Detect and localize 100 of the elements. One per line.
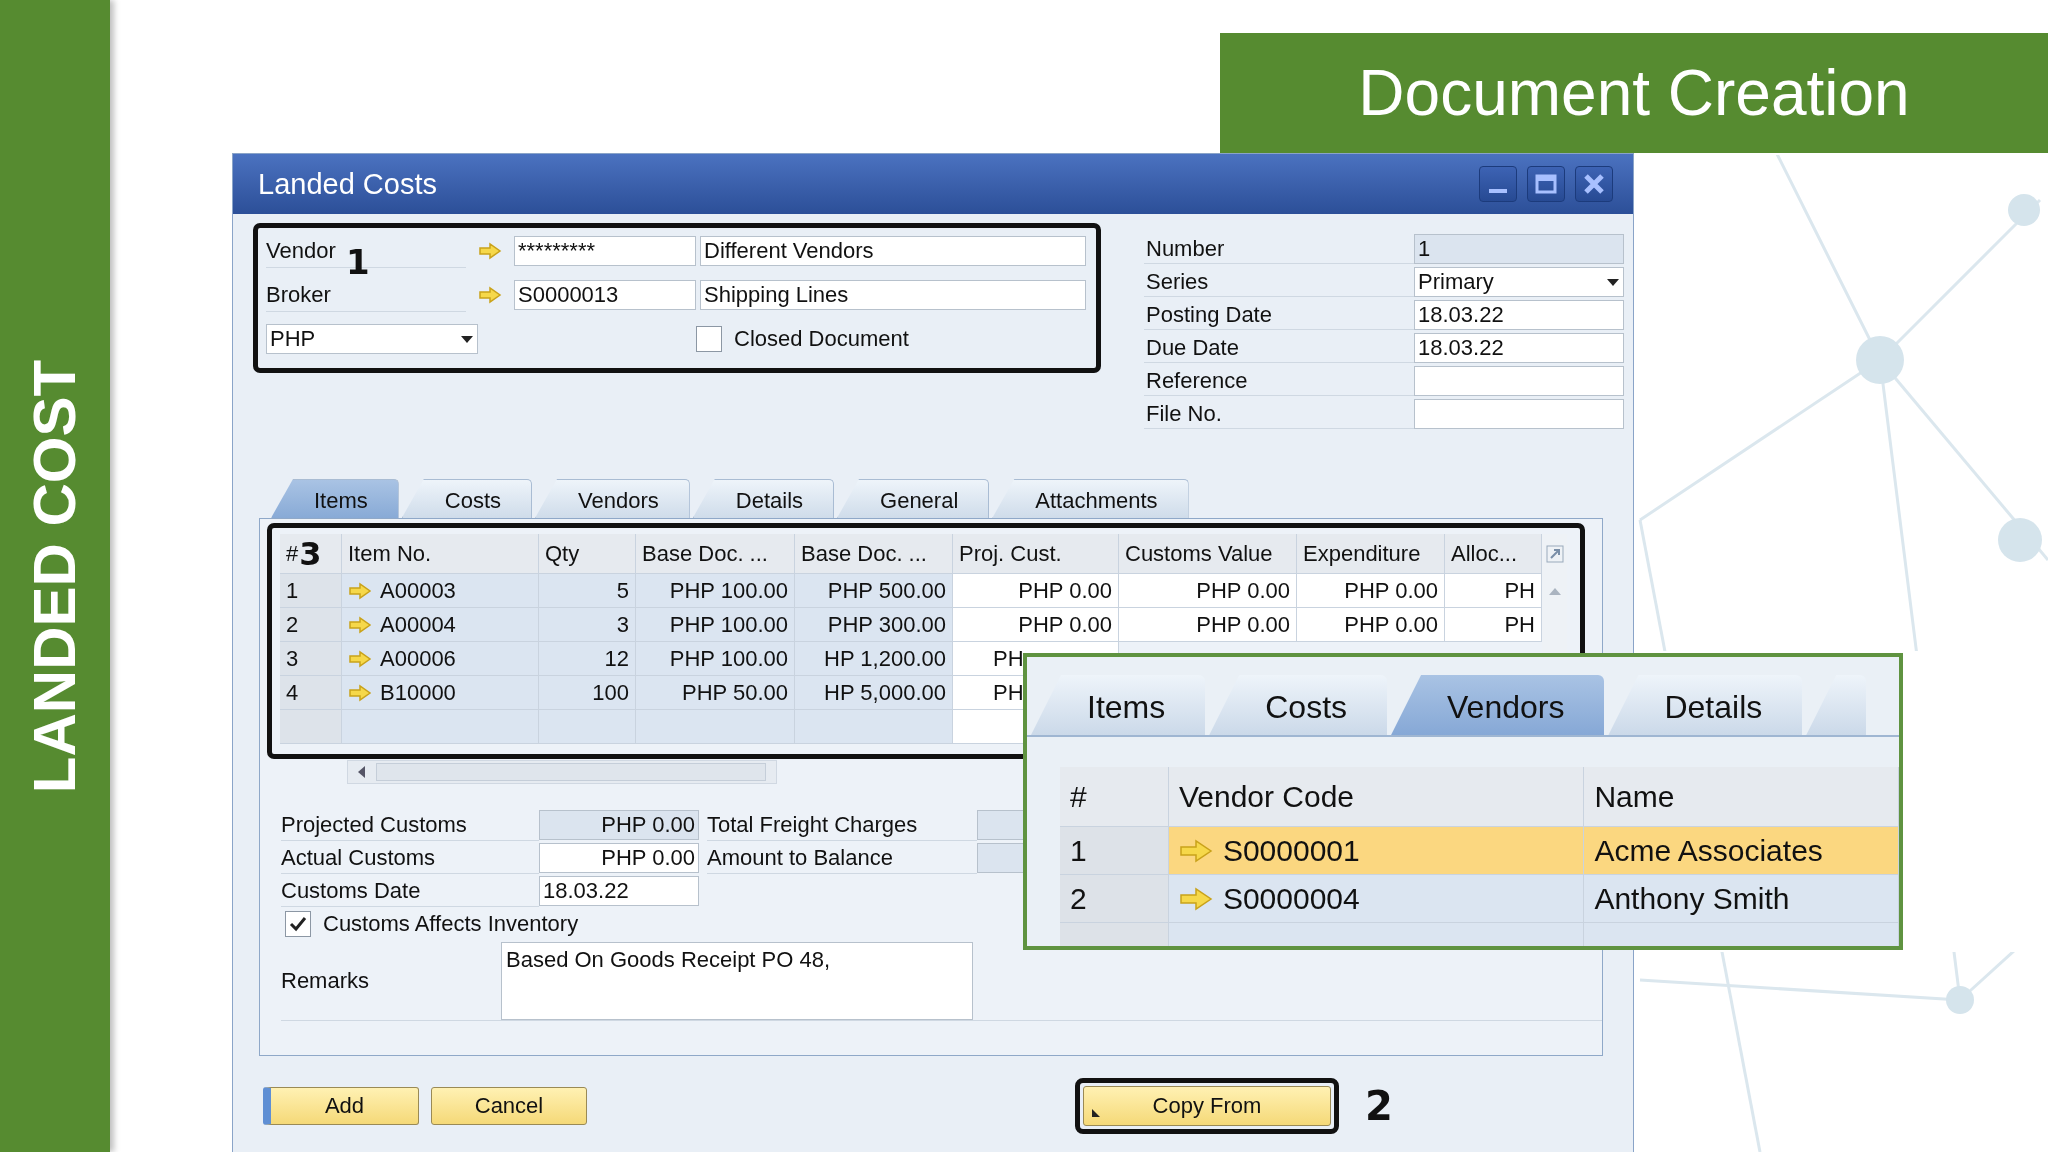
maximize-icon <box>1534 172 1558 196</box>
table-cell: Acme Associates <box>1594 833 1823 868</box>
column-header: Item No. <box>342 534 539 574</box>
minimize-icon <box>1489 189 1507 193</box>
checkbox-label: Closed Document <box>734 326 909 352</box>
input-field[interactable]: PHP 0.00 <box>539 842 699 873</box>
input-field[interactable] <box>1414 366 1624 396</box>
link-arrow-icon[interactable] <box>1178 886 1213 911</box>
column-header: Name <box>1584 767 1899 827</box>
currency-dropdown[interactable]: PHP <box>266 324 478 354</box>
corner-triangle-icon <box>1092 1109 1100 1117</box>
field-label: Number <box>1144 234 1414 264</box>
table-cell: PHP 0.00 <box>1018 611 1112 638</box>
table-cell: PH <box>993 679 1024 706</box>
link-arrow-icon[interactable] <box>478 242 502 260</box>
column-header: Customs Value <box>1119 534 1297 574</box>
horizontal-scrollbar[interactable] <box>347 760 777 784</box>
input-field[interactable]: 18.03.22 <box>1414 300 1624 330</box>
tab[interactable]: Costs <box>401 479 533 518</box>
tab[interactable]: General <box>837 479 990 518</box>
input-field: PHP 0.00 <box>539 809 699 840</box>
name-field[interactable]: Shipping Lines <box>700 280 1086 310</box>
table-cell: S0000001 <box>1222 833 1360 868</box>
maximize-button[interactable] <box>1527 166 1565 202</box>
input-field[interactable]: 18.03.22 <box>539 875 699 906</box>
table-cell: PHP 0.00 <box>1196 611 1290 638</box>
link-arrow-icon[interactable] <box>348 615 372 634</box>
table-cell: PHP 500.00 <box>827 577 946 604</box>
field-label: Series <box>1144 267 1414 297</box>
checkbox[interactable] <box>285 910 311 937</box>
dropdown-arrow-icon <box>460 334 474 344</box>
tab[interactable]: Items <box>1031 675 1206 735</box>
series-dropdown[interactable]: Primary <box>1414 267 1624 297</box>
table-cell: PHP 0.00 <box>1018 577 1112 604</box>
field-label: Total Freight Charges <box>707 808 977 841</box>
field-label: Broker <box>266 278 466 312</box>
table-cell: A00006 <box>380 645 456 672</box>
field-label: Posting Date <box>1144 300 1414 330</box>
code-field[interactable]: S0000013 <box>514 280 696 310</box>
table-cell: 5 <box>616 577 629 604</box>
input-field[interactable]: 18.03.22 <box>1414 333 1624 363</box>
table-row[interactable]: 2 S0000004 Anthony Smith <box>1060 875 1899 923</box>
link-arrow-icon[interactable] <box>1178 838 1213 863</box>
table-cell: PHP 100.00 <box>669 611 788 638</box>
table-cell: 4 <box>286 679 299 706</box>
action-button[interactable]: Add <box>263 1087 419 1125</box>
scroll-up-icon[interactable] <box>1547 586 1562 596</box>
field-label: Due Date <box>1144 333 1414 363</box>
column-header: Vendor Code <box>1168 767 1585 827</box>
tab[interactable]: Vendors <box>1391 675 1605 735</box>
field-label: Amount to Balance <box>707 841 977 874</box>
remarks-field[interactable]: Based On Goods Receipt PO 48, <box>501 942 973 1020</box>
link-arrow-icon[interactable] <box>348 683 372 702</box>
table-cell: 2 <box>1070 881 1087 916</box>
table-cell: Anthony Smith <box>1594 881 1790 916</box>
table-cell: 1 <box>286 577 299 604</box>
link-arrow-icon[interactable] <box>478 286 502 304</box>
code-field[interactable]: ********* <box>514 236 696 266</box>
scroll-left-icon[interactable] <box>356 765 366 779</box>
checkbox-label: Customs Affects Inventory <box>323 910 579 937</box>
tab[interactable]: Vendors <box>535 479 690 518</box>
field-label: Customs Date <box>281 874 539 907</box>
column-header: Base Doc. ... <box>795 534 953 574</box>
minimize-button[interactable] <box>1479 166 1517 202</box>
table-cell: A00004 <box>380 611 456 638</box>
table-cell: PHP 100.00 <box>669 645 788 672</box>
tab[interactable]: Items <box>271 479 399 518</box>
action-button[interactable]: Cancel <box>431 1087 587 1125</box>
copy-from-button[interactable]: Copy From <box>1083 1086 1331 1126</box>
table-cell: PH <box>1504 611 1535 638</box>
table-cell: PH <box>993 645 1024 672</box>
tab[interactable]: Details <box>1608 675 1803 735</box>
name-field[interactable]: Different Vendors <box>700 236 1086 266</box>
table-cell: PHP 300.00 <box>827 611 946 638</box>
tab[interactable]: Costs <box>1209 675 1388 735</box>
scrollbar-thumb[interactable] <box>376 763 766 781</box>
table-cell: HP 1,200.00 <box>824 645 946 672</box>
field-label: File No. <box>1144 399 1414 429</box>
input-field[interactable] <box>1414 399 1624 429</box>
column-header: Base Doc. ... <box>636 534 795 574</box>
table-row[interactable]: 1 S0000001 Acme Associates <box>1060 827 1899 875</box>
link-arrow-icon[interactable] <box>348 581 372 600</box>
expand-icon[interactable] <box>1545 545 1564 563</box>
tab[interactable]: Details <box>692 479 835 518</box>
table-cell: PH <box>1504 577 1535 604</box>
table-cell: 100 <box>592 679 629 706</box>
link-arrow-icon[interactable] <box>348 649 372 668</box>
close-button[interactable] <box>1575 166 1613 202</box>
table-cell: 1 <box>1070 833 1087 868</box>
tab[interactable]: Attachments <box>992 479 1189 518</box>
table-cell: PHP 0.00 <box>1344 577 1438 604</box>
field-label: Reference <box>1144 366 1414 396</box>
table-cell: 3 <box>286 645 299 672</box>
banner-title: Document Creation <box>1358 56 1910 130</box>
table-cell: 12 <box>604 645 629 672</box>
table-cell: PHP 50.00 <box>682 679 788 706</box>
table-cell: PHP 100.00 <box>669 577 788 604</box>
checkbox[interactable] <box>696 326 722 352</box>
table-cell: HP 5,000.00 <box>824 679 946 706</box>
table-cell: 3 <box>616 611 629 638</box>
